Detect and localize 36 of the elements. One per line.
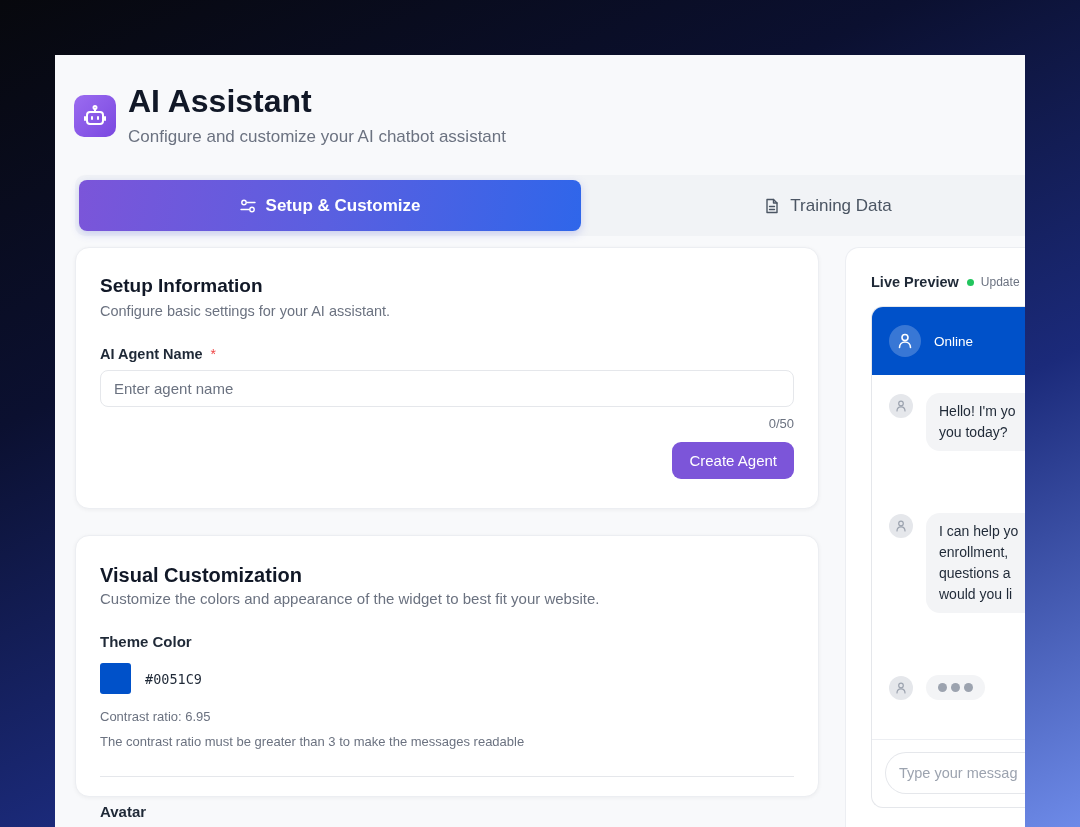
typing-dot-icon	[938, 683, 947, 692]
card-title: Setup Information	[100, 274, 264, 298]
input-field[interactable]: Enter agent name	[100, 370, 794, 407]
character-counter: 0/50	[768, 415, 794, 432]
typing-dot-icon	[964, 683, 973, 692]
typing-dot-icon	[951, 683, 960, 692]
person-avatar-icon	[889, 514, 913, 538]
message-bubble: Hello! I'm yo you today?	[926, 393, 1025, 451]
robot-icon	[74, 94, 116, 137]
contrast-hint-text: The contrast ratio must be greater than 3 to make the messages readable	[100, 733, 526, 751]
preview-title: Live Preview	[871, 273, 959, 292]
page-title: AI Assistant	[128, 82, 313, 120]
field-label: AI Agent Name	[100, 345, 203, 364]
person-avatar-icon	[889, 325, 921, 357]
message-input-field[interactable]: Type your messag	[885, 752, 1025, 794]
color-hex-value: #0051C9	[145, 670, 202, 687]
contrast-ratio-text: Contrast ratio: 6.95	[100, 708, 212, 726]
page-subtitle: Configure and customize your AI chatbot assistant	[128, 126, 506, 148]
status-dot-icon	[966, 278, 974, 286]
create-agent-button[interactable]: Create Agent	[672, 442, 794, 479]
tab[interactable]: Setup & Customize	[79, 180, 581, 231]
color-swatch-icon[interactable]	[100, 663, 131, 694]
card-description: Configure basic settings for your AI assistant.	[100, 302, 392, 321]
message-bubble: I can help yo enrollment, questions a would you li	[926, 513, 1025, 613]
document-icon	[764, 197, 781, 214]
theme-color-label: Theme Color	[100, 632, 192, 652]
preview-status-text: Update	[980, 274, 1020, 291]
avatar-label: Avatar	[100, 802, 147, 822]
person-avatar-icon	[889, 676, 913, 700]
chat-status-text: Online	[934, 333, 974, 349]
sliders-icon	[239, 197, 256, 214]
required-mark: *	[210, 345, 217, 364]
card-title: Visual Customization	[100, 563, 303, 587]
person-avatar-icon	[889, 394, 913, 418]
tab[interactable]: Training Data	[581, 180, 1025, 231]
card-description: Customize the colors and appearance of the widget to best fit your website.	[100, 589, 601, 609]
